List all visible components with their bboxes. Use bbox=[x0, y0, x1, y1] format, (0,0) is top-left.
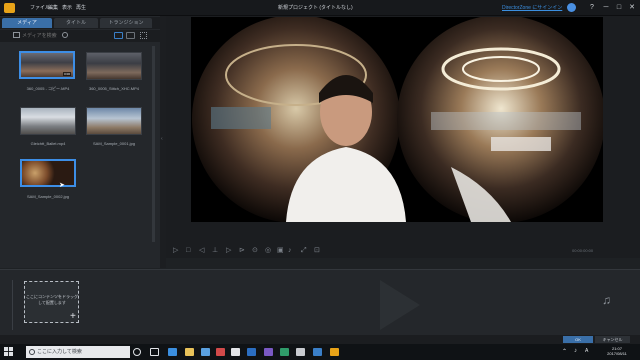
app-icon-red[interactable] bbox=[216, 348, 225, 356]
app-icon-blue-2[interactable] bbox=[313, 348, 322, 356]
previous-frame-icon[interactable]: ◁ bbox=[199, 247, 204, 254]
fast-forward-icon[interactable]: ⊳ bbox=[239, 247, 245, 254]
media-label: 360_0005_Stitch_XHC.MP4 bbox=[88, 86, 140, 91]
collapse-panel-icon[interactable]: ‹ bbox=[161, 136, 163, 142]
media-thumbnail[interactable] bbox=[20, 107, 76, 135]
import-media-icon[interactable] bbox=[13, 32, 20, 38]
playback-controls bbox=[166, 242, 640, 258]
ime-icon[interactable]: A bbox=[585, 348, 588, 354]
app-icon-blue[interactable] bbox=[247, 348, 256, 356]
media-thumbnail[interactable] bbox=[86, 107, 142, 135]
fullscreen-icon[interactable]: ⤢ bbox=[301, 247, 307, 254]
timeline-background-arrow bbox=[380, 280, 420, 330]
app-icon-purple[interactable] bbox=[264, 348, 273, 356]
library-scrollbar[interactable] bbox=[152, 46, 155, 242]
file-explorer-icon[interactable] bbox=[185, 348, 194, 356]
media-thumbnail[interactable] bbox=[86, 52, 142, 80]
menu-play[interactable]: 再生 bbox=[76, 4, 86, 11]
play-icon[interactable]: ▷ bbox=[173, 247, 178, 254]
grid-options-icon[interactable] bbox=[140, 32, 147, 39]
user-avatar-icon[interactable] bbox=[567, 3, 576, 12]
store-icon[interactable] bbox=[201, 348, 210, 356]
duration-badge: 0:00 bbox=[63, 72, 71, 76]
media-label: SAM_Sample_0002.jpg bbox=[26, 194, 70, 199]
thumbnail-view-icon[interactable] bbox=[114, 32, 123, 39]
audio-icon[interactable]: ♪ bbox=[288, 247, 292, 254]
next-frame-icon[interactable]: ▷ bbox=[226, 247, 231, 254]
tab-title[interactable]: タイトル bbox=[54, 18, 98, 28]
video-preview bbox=[191, 17, 603, 222]
maximize-button[interactable]: □ bbox=[613, 2, 625, 13]
window-title: 新規プロジェクト (タイトルなし) bbox=[278, 5, 353, 11]
media-label: Gleichtt_Ballet.mp4 bbox=[30, 141, 66, 146]
close-button[interactable]: ✕ bbox=[626, 2, 638, 13]
app-icon-gray[interactable] bbox=[296, 348, 305, 356]
timecode-display: 00:00:00:00 bbox=[572, 248, 594, 253]
preview-image bbox=[191, 17, 603, 222]
clock-date: 2017/08/11 bbox=[607, 351, 627, 356]
quality-icon[interactable]: ▣ bbox=[277, 247, 284, 254]
windows-start-icon[interactable] bbox=[4, 347, 13, 356]
menu-file[interactable]: ファイル bbox=[30, 4, 50, 11]
menu-edit[interactable]: 編集 bbox=[48, 4, 58, 11]
ok-button[interactable]: OK bbox=[563, 336, 593, 343]
tab-transition[interactable]: トランジション bbox=[100, 18, 152, 28]
edge-icon[interactable] bbox=[168, 348, 177, 356]
app-icon-white[interactable] bbox=[231, 348, 240, 356]
minimize-button[interactable]: ─ bbox=[600, 2, 612, 13]
dialog-button-bar bbox=[0, 335, 640, 344]
powerdirector-taskbar-icon[interactable] bbox=[330, 348, 339, 356]
list-view-icon[interactable] bbox=[126, 32, 135, 39]
undock-icon[interactable]: ⊡ bbox=[314, 247, 320, 254]
menu-view[interactable]: 表示 bbox=[62, 4, 72, 11]
network-icon[interactable]: ⌃ bbox=[562, 348, 567, 355]
timeline-panel bbox=[0, 269, 640, 335]
taskbar-search-icon bbox=[29, 349, 35, 355]
help-button[interactable]: ? bbox=[586, 2, 598, 13]
volume-icon[interactable]: ⊙ bbox=[252, 247, 258, 254]
search-icon[interactable] bbox=[62, 32, 68, 38]
add-content-icon[interactable]: + bbox=[70, 311, 76, 322]
speaker-icon[interactable]: ♪ bbox=[574, 348, 577, 354]
app-logo bbox=[4, 3, 15, 13]
taskbar-clock[interactable]: 21:07 2017/08/11 bbox=[600, 346, 634, 356]
media-label: 360_0005 - コピー.MP4 bbox=[26, 86, 70, 91]
cancel-button[interactable]: キャンセル bbox=[595, 336, 630, 343]
drop-zone-label: ここにコンテンツをドラッグして配置します bbox=[26, 294, 78, 305]
snapshot-icon[interactable]: ◎ bbox=[265, 247, 271, 254]
cortana-icon[interactable] bbox=[133, 348, 141, 356]
task-view-icon[interactable] bbox=[150, 348, 159, 356]
mouse-cursor-icon: ➤ bbox=[59, 182, 65, 189]
app-icon-green[interactable] bbox=[280, 348, 289, 356]
track-header bbox=[5, 280, 13, 330]
directorzone-signin-link[interactable]: DirectorZone にサインイン bbox=[502, 4, 562, 11]
stop-icon[interactable]: □ bbox=[186, 247, 190, 254]
media-thumbnail[interactable] bbox=[20, 159, 76, 187]
media-thumbnail[interactable]: 0:00 bbox=[19, 51, 75, 79]
taskbar-search-box[interactable]: ここに入力して検索 bbox=[26, 346, 130, 358]
split-icon[interactable]: ⊥ bbox=[212, 247, 218, 254]
music-track-icon[interactable]: ♫ bbox=[602, 293, 611, 307]
tab-media[interactable]: メディア bbox=[2, 18, 52, 28]
media-label: SAM_Sample_0001.jpg bbox=[92, 141, 136, 146]
